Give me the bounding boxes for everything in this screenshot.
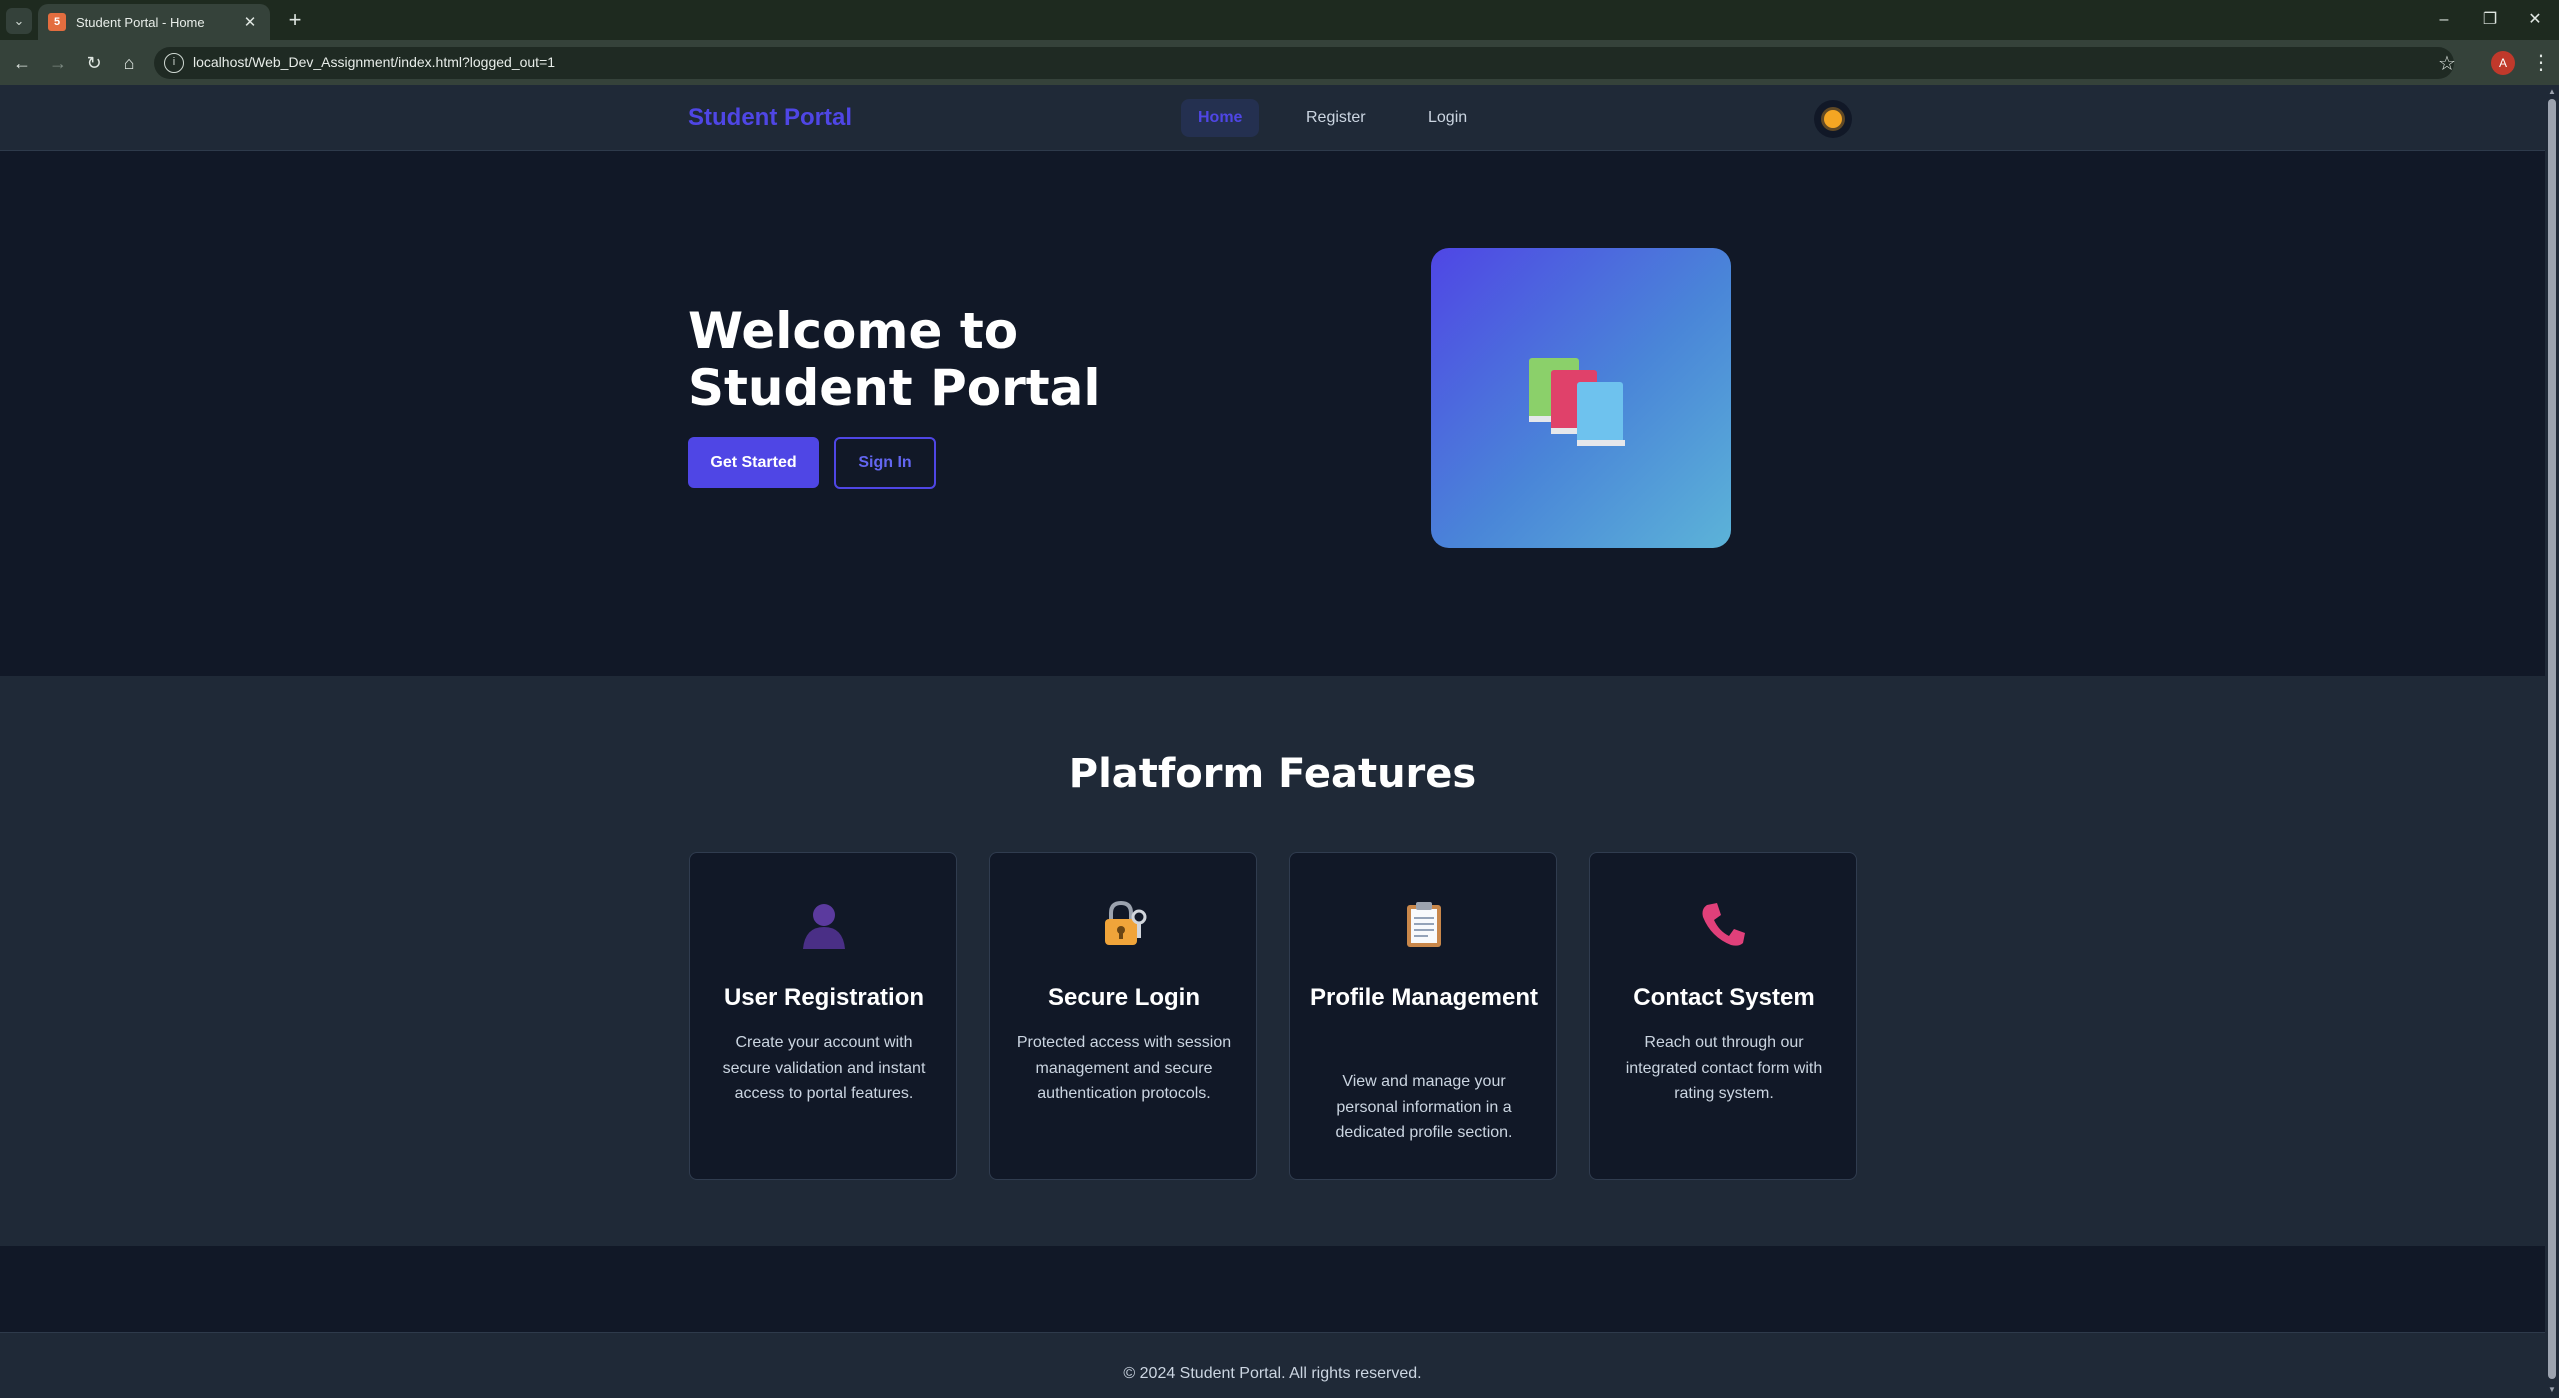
back-arrow-icon[interactable]: ← (8, 49, 36, 77)
nav-link-login[interactable]: Login (1411, 99, 1484, 137)
forward-arrow-icon[interactable]: → (44, 49, 72, 77)
browser-menu-icon[interactable]: ⋮ (2531, 50, 2551, 75)
theme-toggle-button[interactable] (1814, 100, 1852, 138)
profile-avatar[interactable]: A (2491, 51, 2515, 75)
clipboard-icon (1407, 902, 1441, 947)
brand-logo-text[interactable]: Student Portal (688, 104, 852, 132)
hero-section: Welcome to Student Portal Get Started Si… (0, 151, 2545, 676)
feature-card-secure-login: Secure Login Protected access with sessi… (989, 852, 1257, 1180)
feature-card-registration: User Registration Create your account wi… (689, 852, 957, 1180)
footer-copyright: © 2024 Student Portal. All rights reserv… (1123, 1365, 1422, 1382)
feature-title: User Registration (723, 984, 925, 1011)
scroll-up-arrow-icon[interactable]: ▲ (2547, 87, 2557, 96)
site-info-icon[interactable]: i (164, 53, 184, 73)
tab-title: Student Portal - Home (76, 14, 205, 30)
feature-description: View and manage your personal informatio… (1335, 1073, 1513, 1141)
get-started-button[interactable]: Get Started (688, 437, 819, 488)
browser-tabstrip: ⌄ 5 Student Portal - Home ✕ + – ❐ ✕ (0, 0, 2559, 40)
feature-description: Create your account with secure validati… (722, 1034, 926, 1102)
page-viewport: Student Portal Home Register Login Welco… (0, 85, 2545, 1398)
features-section: Platform Features User Registration Crea… (0, 676, 2545, 1246)
feature-title: Contact System (1633, 984, 1815, 1011)
feature-card-contact: Contact System Reach out through our int… (1589, 852, 1857, 1180)
footer-spacer (0, 1246, 2545, 1332)
site-navbar: Student Portal Home Register Login (0, 85, 2545, 151)
url-text[interactable]: localhost/Web_Dev_Assignment/index.html?… (193, 54, 555, 70)
user-silhouette-icon (803, 904, 845, 949)
nav-link-register[interactable]: Register (1289, 99, 1383, 137)
feature-description: Reach out through our integrated contact… (1625, 1034, 1823, 1102)
close-window-button[interactable]: ✕ (2515, 6, 2555, 34)
browser-tab-active[interactable]: 5 Student Portal - Home ✕ (38, 4, 270, 40)
sign-in-button[interactable]: Sign In (834, 437, 936, 489)
books-icon (1529, 358, 1625, 446)
sun-icon (1824, 110, 1842, 128)
hero-image-card (1431, 248, 1731, 548)
page-scrollbar[interactable]: ▲ ▼ (2545, 85, 2559, 1398)
minimize-window-button[interactable]: – (2424, 6, 2464, 34)
bookmark-star-icon[interactable]: ☆ (2438, 51, 2456, 76)
features-title: Platform Features (1068, 751, 1477, 797)
hero-title: Welcome to Student Portal (688, 302, 1101, 417)
tab-search-button[interactable]: ⌄ (6, 8, 32, 34)
site-footer: © 2024 Student Portal. All rights reserv… (0, 1332, 2545, 1398)
reload-icon[interactable]: ↻ (80, 49, 108, 77)
home-icon[interactable]: ⌂ (115, 49, 143, 77)
feature-card-profile: Profile Management View and manage your … (1289, 852, 1557, 1180)
nav-link-home[interactable]: Home (1181, 99, 1260, 137)
telephone-icon (1702, 903, 1745, 946)
scroll-thumb[interactable] (2548, 99, 2556, 1379)
html-favicon-icon: 5 (48, 13, 66, 31)
scroll-down-arrow-icon[interactable]: ▼ (2547, 1385, 2557, 1394)
feature-title: Secure Login (1047, 984, 1201, 1011)
feature-title: Profile Management (1309, 984, 1539, 1011)
new-tab-button[interactable]: + (282, 8, 308, 34)
feature-description: Protected access with session management… (1016, 1034, 1232, 1102)
close-tab-icon[interactable]: ✕ (240, 13, 260, 31)
restore-window-button[interactable]: ❐ (2470, 6, 2510, 34)
lock-key-icon (1105, 900, 1147, 945)
